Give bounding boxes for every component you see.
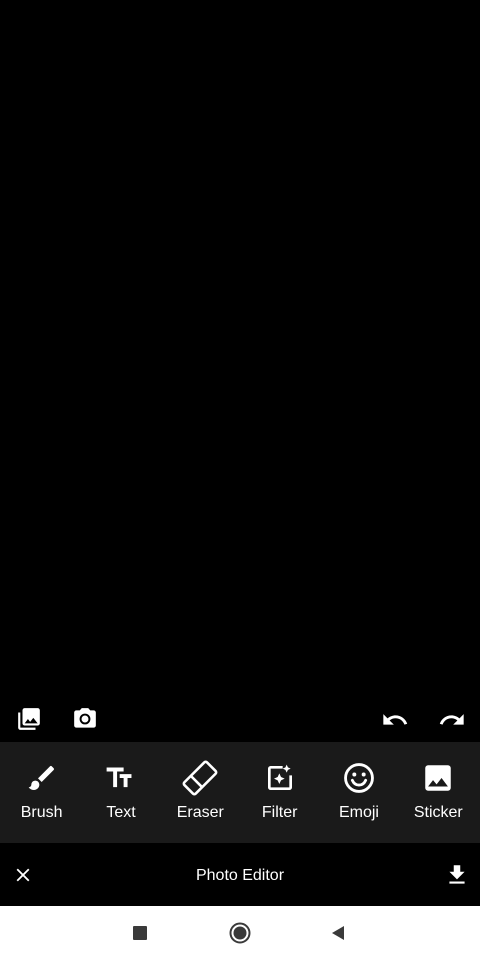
back-icon[interactable] <box>323 918 353 948</box>
recents-icon[interactable] <box>125 918 155 948</box>
download-icon[interactable] <box>442 860 472 890</box>
redo-icon[interactable] <box>437 705 467 735</box>
tool-label: Brush <box>20 804 63 821</box>
tool-label: Emoji <box>338 804 379 821</box>
emoji-icon <box>342 762 376 794</box>
tool-sticker[interactable]: Sticker <box>401 742 476 843</box>
gallery-icon[interactable] <box>14 704 44 734</box>
tool-eraser[interactable]: Eraser <box>163 742 238 843</box>
tool-text[interactable]: Text <box>83 742 158 843</box>
text-icon <box>104 762 138 794</box>
filter-icon <box>264 762 296 794</box>
page-title: Photo Editor <box>195 867 285 884</box>
undo-icon[interactable] <box>380 705 410 735</box>
tool-panel: Brush Text Eraser Filter Emoji Sticker <box>0 742 480 843</box>
tool-filter[interactable]: Filter <box>242 742 317 843</box>
tool-label: Text <box>106 804 136 821</box>
tool-emoji[interactable]: Emoji <box>321 742 396 843</box>
tool-label: Sticker <box>413 804 463 821</box>
tool-label: Filter <box>261 804 298 821</box>
tool-brush[interactable]: Brush <box>4 742 79 843</box>
tool-label: Eraser <box>176 804 224 821</box>
home-icon[interactable] <box>225 918 255 948</box>
photo-canvas[interactable] <box>0 0 480 742</box>
system-nav-bar <box>0 906 480 960</box>
bottom-app-bar: Photo Editor <box>0 843 480 906</box>
eraser-icon <box>180 760 220 796</box>
brush-icon <box>26 762 58 794</box>
sticker-icon <box>421 762 455 794</box>
camera-icon[interactable] <box>70 704 100 734</box>
